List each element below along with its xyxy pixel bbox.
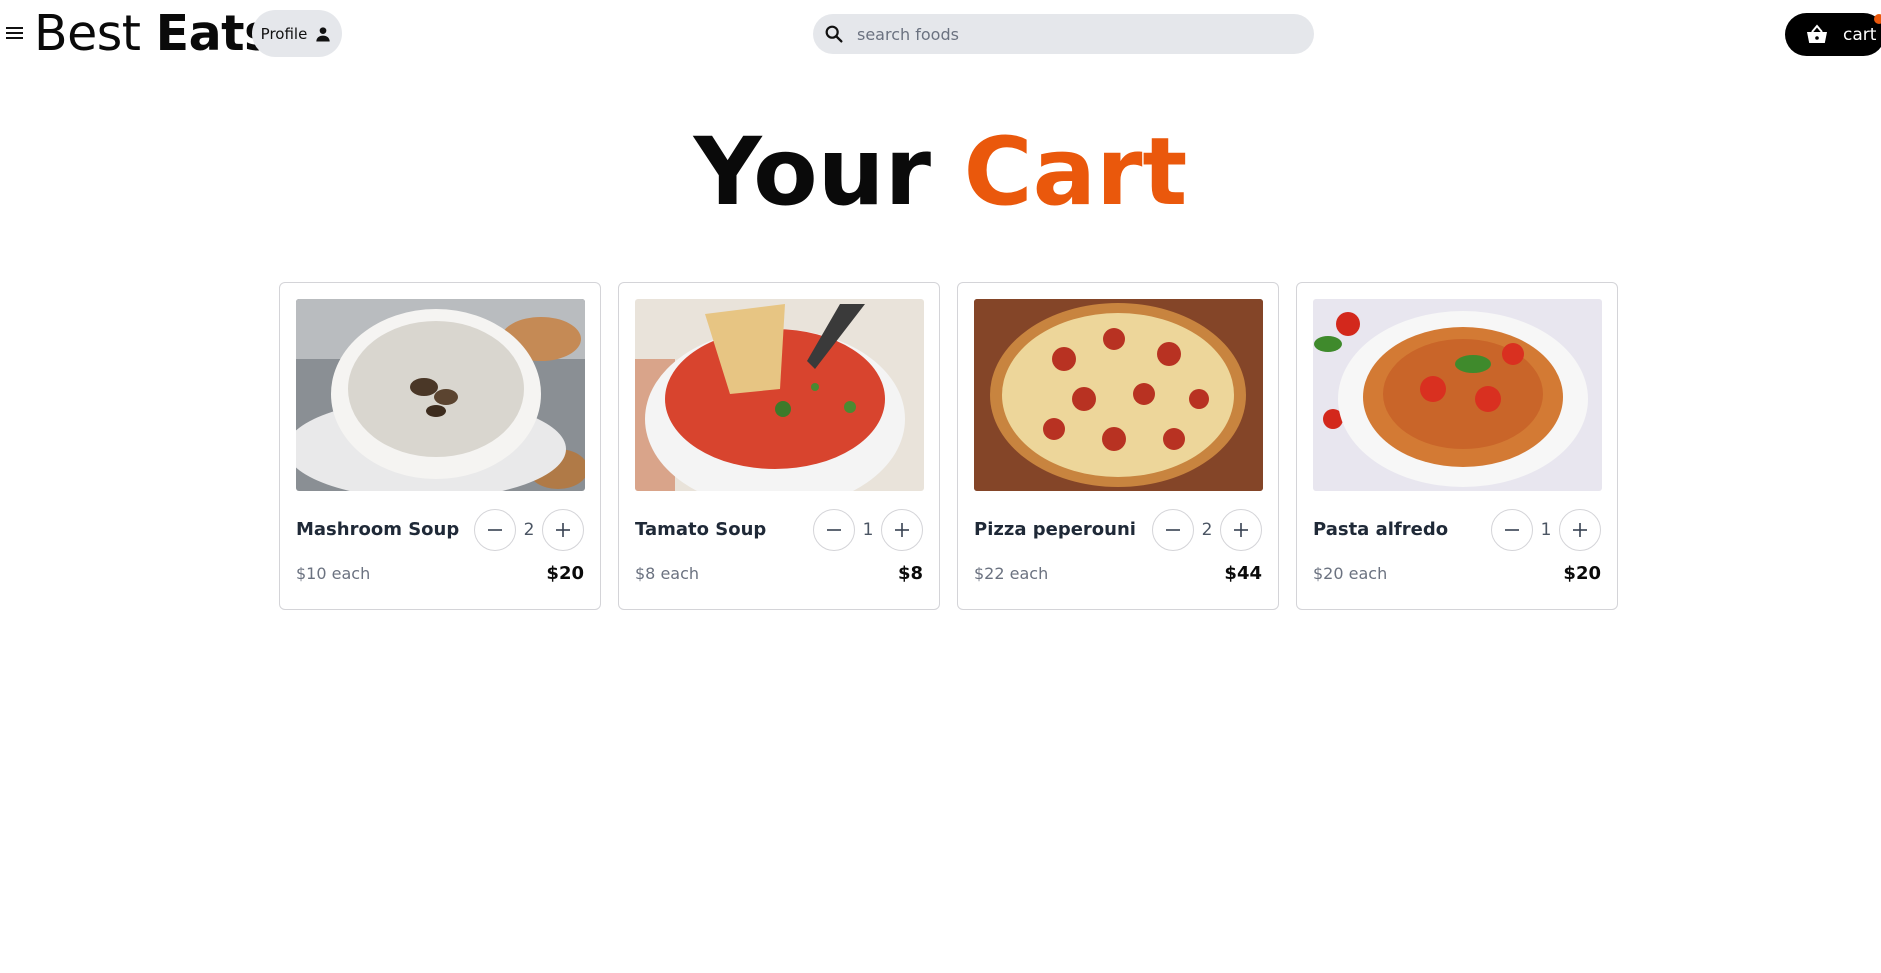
pasta-image: [1313, 299, 1602, 491]
quantity-value: 2: [523, 520, 535, 540]
profile-button[interactable]: Profile: [252, 10, 342, 57]
tomato-soup-image: [635, 299, 924, 491]
brand-light-text: Best: [34, 5, 141, 62]
page-title: Your Cart: [0, 118, 1881, 228]
quantity-stepper: 1: [813, 509, 923, 551]
item-name: Mashroom Soup: [296, 519, 460, 540]
decrease-quantity-button[interactable]: [474, 509, 516, 551]
unit-price: $8 each: [635, 564, 700, 583]
decrease-quantity-button[interactable]: [813, 509, 855, 551]
search-icon[interactable]: [823, 23, 845, 45]
cart-badge: [1874, 14, 1881, 24]
minus-icon: [827, 529, 841, 531]
quantity-value: 1: [862, 520, 874, 540]
unit-price: $10 each: [296, 564, 371, 583]
line-total: $44: [1224, 563, 1262, 584]
quantity-stepper: 2: [474, 509, 584, 551]
quantity-value: 2: [1201, 520, 1213, 540]
person-icon: [316, 26, 330, 41]
line-total: $20: [1563, 563, 1601, 584]
search-bar: [813, 14, 1314, 54]
minus-icon: [1505, 529, 1519, 531]
search-input[interactable]: [857, 24, 1297, 44]
increase-quantity-button[interactable]: [881, 509, 923, 551]
pepperoni-pizza-image: [974, 299, 1263, 491]
decrease-quantity-button[interactable]: [1152, 509, 1194, 551]
quantity-stepper: 2: [1152, 509, 1262, 551]
mushroom-soup-image: [296, 299, 585, 491]
plus-icon: [1234, 523, 1248, 537]
line-total: $8: [897, 563, 923, 584]
item-name: Pizza peperouni: [974, 519, 1136, 540]
profile-label: Profile: [260, 24, 308, 43]
unit-price: $22 each: [974, 564, 1049, 583]
menu-icon[interactable]: [6, 24, 24, 42]
page-title-accent: Cart: [963, 118, 1188, 227]
cart-item-card: Pizza peperouni 2 $22 each $44: [957, 282, 1279, 610]
cart-item-card: Tamato Soup 1 $8 each $8: [618, 282, 940, 610]
increase-quantity-button[interactable]: [1220, 509, 1262, 551]
cart-button[interactable]: cart: [1785, 13, 1881, 56]
item-name: Tamato Soup: [635, 519, 767, 540]
line-total: $20: [546, 563, 584, 584]
plus-icon: [1573, 523, 1587, 537]
minus-icon: [1166, 529, 1180, 531]
basket-icon: [1807, 23, 1827, 43]
increase-quantity-button[interactable]: [542, 509, 584, 551]
plus-icon: [556, 523, 570, 537]
item-name: Pasta alfredo: [1313, 519, 1449, 540]
brand-logo[interactable]: Best Eats: [34, 6, 273, 62]
increase-quantity-button[interactable]: [1559, 509, 1601, 551]
quantity-value: 1: [1540, 520, 1552, 540]
cart-items-grid: Mashroom Soup 2 $10 each $20 Tamato Soup…: [279, 282, 1618, 610]
page-title-main: Your: [693, 118, 931, 227]
cart-item-card: Pasta alfredo 1 $20 each $20: [1296, 282, 1618, 610]
quantity-stepper: 1: [1491, 509, 1601, 551]
decrease-quantity-button[interactable]: [1491, 509, 1533, 551]
unit-price: $20 each: [1313, 564, 1388, 583]
cart-item-card: Mashroom Soup 2 $10 each $20: [279, 282, 601, 610]
plus-icon: [895, 523, 909, 537]
top-nav: Best Eats Profile cart: [0, 0, 1881, 68]
minus-icon: [488, 529, 502, 531]
cart-label: cart: [1843, 24, 1877, 45]
